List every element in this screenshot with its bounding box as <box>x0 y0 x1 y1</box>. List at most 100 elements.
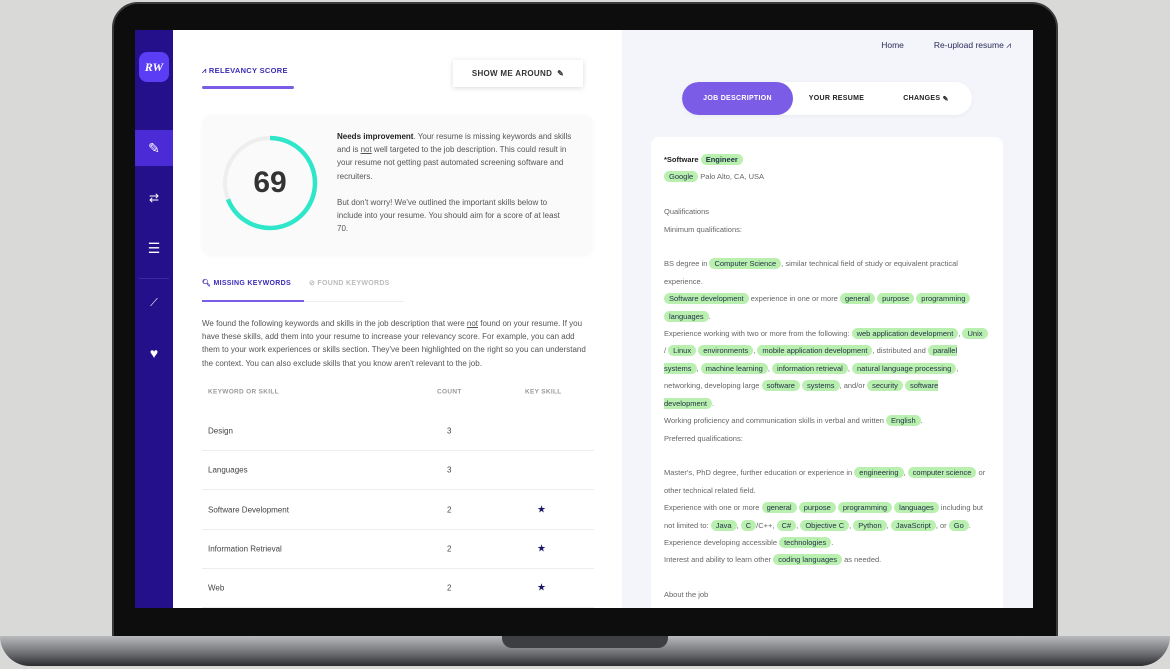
job-description-line: Experience working with two or more from… <box>664 325 990 412</box>
highlighted-keyword[interactable]: Python <box>853 519 887 531</box>
skill-name: Information Retrieval <box>208 544 282 554</box>
highlighted-keyword[interactable]: mobile application development <box>757 345 873 357</box>
text: . <box>708 311 711 321</box>
text: Master's, PhD degree, further education … <box>664 468 855 478</box>
skill-count: 2 <box>447 583 452 593</box>
text: . <box>968 520 971 530</box>
table-row[interactable]: Web 2 ★ <box>202 569 594 608</box>
highlighted-keyword[interactable]: purpose <box>798 502 836 514</box>
highlighted-keyword[interactable]: machine learning <box>700 362 768 374</box>
tab-changes[interactable]: CHANGES ✎ <box>880 82 972 115</box>
active-tab-indicator <box>202 300 304 302</box>
sidebar: RW ✎ ⇄ ☰ ⟋ ♥ <box>135 30 173 608</box>
sidebar-item-match[interactable]: ⇄ <box>135 180 173 216</box>
highlighted-keyword[interactable]: languages <box>664 310 709 322</box>
button-label: SHOW ME AROUND <box>471 69 553 78</box>
sidebar-item-favorites[interactable]: ♥ <box>135 335 173 371</box>
table-row[interactable]: Design 3 <box>202 412 594 451</box>
highlighted-keyword[interactable]: engineering <box>854 467 904 479</box>
highlighted-keyword[interactable]: Objective C <box>800 519 850 531</box>
sidebar-item-optimize[interactable]: ✎ <box>135 130 173 166</box>
reupload-resume-link[interactable]: Re-upload resume ⩘ <box>934 40 1011 51</box>
highlighted-keyword[interactable]: web application development <box>851 328 959 340</box>
chart-icon: ⩘ <box>1006 40 1011 50</box>
text: Experience developing accessible <box>664 537 780 547</box>
status-label: Needs improvement <box>337 132 414 141</box>
highlighted-keyword[interactable]: systems <box>802 380 840 392</box>
highlighted-keyword[interactable]: computer science <box>907 467 977 479</box>
keyword-tabs: 🔍︎ MISSING KEYWORDS ⊘ FOUND KEYWORDS <box>202 279 390 287</box>
home-link[interactable]: Home <box>881 40 904 51</box>
skill-count: 3 <box>447 426 452 436</box>
text: /C++, <box>756 520 777 530</box>
column-header-key-skill[interactable]: KEY SKILL <box>525 389 562 396</box>
job-description-line <box>664 238 990 255</box>
magic-wand-icon: ✎ <box>148 139 160 156</box>
text: experience in one or more <box>748 294 840 304</box>
logo[interactable]: RW <box>139 52 169 82</box>
tab-your-resume[interactable]: YOUR RESUME <box>793 82 880 115</box>
list-icon: ☰ <box>147 239 161 256</box>
highlighted-keyword[interactable]: Google <box>664 171 699 183</box>
text: , distributed and <box>872 346 928 356</box>
job-description-panel: Home Re-upload resume ⩘ JOB DESCRIPTION … <box>622 30 1033 608</box>
text: Interest and ability to learn other <box>664 555 774 565</box>
job-description-content: *Software Engineer Google Palo Alto, CA, … <box>651 137 1003 608</box>
show-me-around-button[interactable]: SHOW ME AROUND ✎ <box>453 60 583 87</box>
sidebar-item-list[interactable]: ☰ <box>135 230 173 266</box>
highlighted-keyword[interactable]: Unix <box>962 328 988 340</box>
table-row[interactable]: Software Development 2 ★ <box>202 491 594 530</box>
text: as needed. <box>842 555 882 565</box>
column-header-count[interactable]: COUNT <box>437 389 462 396</box>
highlighted-keyword[interactable]: English <box>886 415 921 427</box>
text: Working proficiency and communication sk… <box>664 416 887 426</box>
highlighted-keyword[interactable]: JavaScript <box>890 519 936 531</box>
highlighted-keyword[interactable]: C <box>740 519 757 531</box>
job-description-line: Qualifications <box>664 203 990 220</box>
highlighted-keyword[interactable]: security <box>867 380 903 392</box>
highlighted-keyword[interactable]: purpose <box>877 293 915 305</box>
sidebar-item-stats[interactable]: ⟋ <box>135 285 173 321</box>
tab-missing-keywords[interactable]: 🔍︎ MISSING KEYWORDS <box>202 279 291 287</box>
highlighted-keyword[interactable]: Go <box>948 519 969 531</box>
highlighted-keyword[interactable]: Computer Science <box>709 258 782 270</box>
highlighted-keyword[interactable]: general <box>839 293 875 305</box>
table-row[interactable]: Information Retrieval 2 ★ <box>202 530 594 569</box>
highlighted-keyword[interactable]: coding languages <box>773 554 843 566</box>
status-advice: But don't worry! We've outlined the impo… <box>337 197 560 234</box>
highlighted-keyword[interactable]: information retrieval <box>771 362 848 374</box>
column-header-skill[interactable]: KEYWORD OR SKILL <box>208 389 279 396</box>
job-description-line: Interest and ability to learn other codi… <box>664 551 990 568</box>
highlighted-keyword[interactable]: software <box>761 380 800 392</box>
highlighted-keyword[interactable]: Engineer <box>700 154 743 165</box>
score-card: 69 Needs improvement. Your resume is mis… <box>202 115 593 255</box>
sidebar-divider <box>139 278 169 279</box>
highlighted-keyword[interactable]: environments <box>698 345 754 357</box>
highlighted-keyword[interactable]: Java <box>710 519 737 531</box>
tab-found-keywords[interactable]: ⊘ FOUND KEYWORDS <box>309 279 390 287</box>
view-tabs: JOB DESCRIPTION YOUR RESUME CHANGES ✎ <box>682 82 972 115</box>
highlighted-keyword[interactable]: languages <box>894 502 939 514</box>
highlighted-keyword[interactable]: natural language processing <box>852 362 957 374</box>
skill-name: Design <box>208 426 233 436</box>
job-description-line: Experience with one or more general purp… <box>664 499 990 534</box>
highlighted-keyword[interactable]: general <box>761 502 797 514</box>
highlighted-keyword[interactable]: programming <box>837 502 893 514</box>
table-row[interactable]: Languages 3 <box>202 451 594 491</box>
highlighted-keyword[interactable]: Linux <box>668 345 697 357</box>
top-nav: Home Re-upload resume ⩘ <box>881 40 1011 51</box>
highlighted-keyword[interactable]: programming <box>916 293 971 305</box>
key-skill-star-icon: ★ <box>537 504 546 516</box>
missing-keywords-description: We found the following keywords and skil… <box>202 317 594 370</box>
tab-relevancy-score[interactable]: ⩘ RELEVANCY SCORE <box>202 66 288 76</box>
job-description-line: Google Palo Alto, CA, USA <box>664 168 990 185</box>
highlighted-keyword[interactable]: Software development <box>664 293 749 305</box>
tab-job-description[interactable]: JOB DESCRIPTION <box>682 82 793 115</box>
skill-count: 2 <box>447 505 452 515</box>
highlighted-keyword[interactable]: technologies <box>779 536 832 548</box>
highlighted-keyword[interactable]: C# <box>776 519 797 531</box>
text: Experience with one or more <box>664 503 762 513</box>
key-skill-star-icon: ★ <box>537 543 546 555</box>
status-emphasis: not <box>360 145 372 155</box>
chart-icon: ⩘ <box>202 66 209 75</box>
